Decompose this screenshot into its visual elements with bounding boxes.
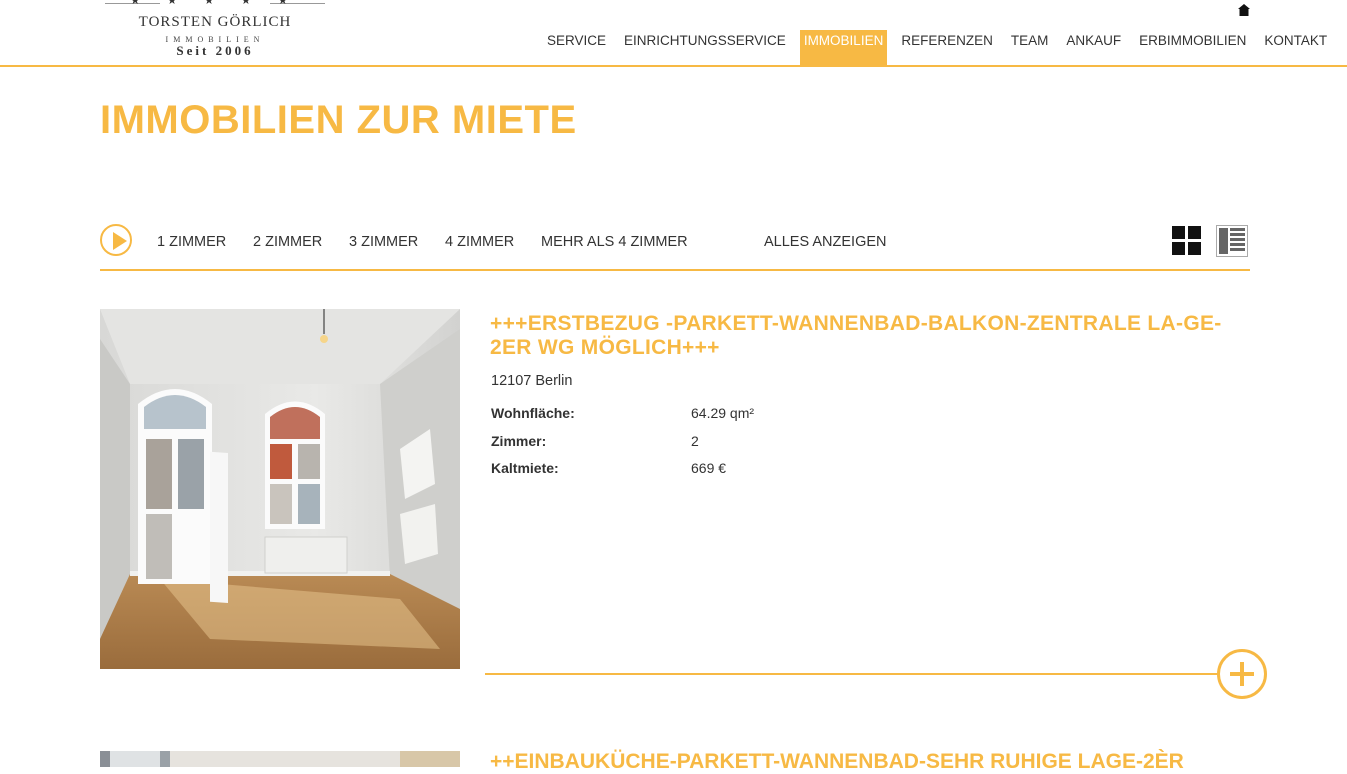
nav-item-erbimmobilien[interactable]: ERBIMMOBILIEN bbox=[1130, 30, 1255, 66]
detail-label: Kaltmiete: bbox=[491, 460, 559, 476]
main-nav: SERVICE EINRICHTUNGSSERVICE IMMOBILIEN R… bbox=[538, 30, 1336, 66]
list-view-icon[interactable] bbox=[1216, 225, 1248, 257]
listing-photo-2[interactable] bbox=[100, 751, 460, 767]
nav-item-team[interactable]: TEAM bbox=[1002, 30, 1058, 66]
nav-item-kontakt[interactable]: KONTAKT bbox=[1255, 30, 1336, 66]
listing-title[interactable]: +++ERSTBEZUG -PARKETT-WANNENBAD-BALKON-Z… bbox=[490, 312, 1230, 360]
listing-location: 12107 Berlin bbox=[491, 373, 573, 389]
filter-1-zimmer[interactable]: 1 ZIMMER bbox=[157, 234, 226, 250]
filter-4-zimmer[interactable]: 4 ZIMMER bbox=[445, 234, 514, 250]
brand-logo[interactable]: ★ ★ ★ ★ ★ TORSTEN GÖRLICH IMMOBILIEN Sei… bbox=[105, 0, 325, 62]
logo-since: Seit 2006 bbox=[176, 43, 254, 58]
filter-mehr-als-4-zimmer[interactable]: MEHR ALS 4 ZIMMER bbox=[541, 234, 688, 250]
play-icon[interactable] bbox=[100, 224, 132, 256]
site-header: ★ ★ ★ ★ ★ TORSTEN GÖRLICH IMMOBILIEN Sei… bbox=[0, 0, 1347, 67]
nav-item-ankauf[interactable]: ANKAUF bbox=[1057, 30, 1130, 66]
listing-title-2[interactable]: ++EINBAUKÜCHE-PARKETT-WANNENBAD-SEHR RUH… bbox=[490, 750, 1184, 774]
detail-value: 2 bbox=[691, 433, 699, 449]
listing-photo[interactable] bbox=[100, 309, 460, 669]
page-title: IMMOBILIEN ZUR MIETE bbox=[100, 98, 577, 142]
detail-value: 64.29 qm² bbox=[691, 405, 755, 421]
room-filter-bar: 1 ZIMMER 2 ZIMMER 3 ZIMMER 4 ZIMMER MEHR… bbox=[100, 223, 1250, 271]
detail-label: Wohnfläche: bbox=[491, 405, 575, 421]
listing-divider bbox=[485, 673, 1220, 675]
filter-3-zimmer[interactable]: 3 ZIMMER bbox=[349, 234, 418, 250]
nav-item-service[interactable]: SERVICE bbox=[538, 30, 615, 66]
plus-icon[interactable] bbox=[1217, 649, 1267, 699]
grid-view-icon[interactable] bbox=[1172, 226, 1202, 256]
filter-alles-anzeigen[interactable]: ALLES ANZEIGEN bbox=[764, 234, 887, 250]
logo-name: TORSTEN GÖRLICH bbox=[138, 14, 292, 30]
home-icon[interactable] bbox=[1238, 4, 1250, 16]
listing-card: +++ERSTBEZUG -PARKETT-WANNENBAD-BALKON-Z… bbox=[100, 309, 1270, 709]
detail-value: 669 € bbox=[691, 460, 727, 476]
detail-label: Zimmer: bbox=[491, 433, 547, 449]
filter-2-zimmer[interactable]: 2 ZIMMER bbox=[253, 234, 322, 250]
nav-item-immobilien[interactable]: IMMOBILIEN bbox=[799, 30, 888, 66]
logo-stars: ★ ★ ★ ★ ★ bbox=[130, 0, 300, 7]
nav-item-referenzen[interactable]: REFERENZEN bbox=[892, 30, 1002, 66]
nav-item-einrichtungsservice[interactable]: EINRICHTUNGSSERVICE bbox=[615, 30, 795, 66]
